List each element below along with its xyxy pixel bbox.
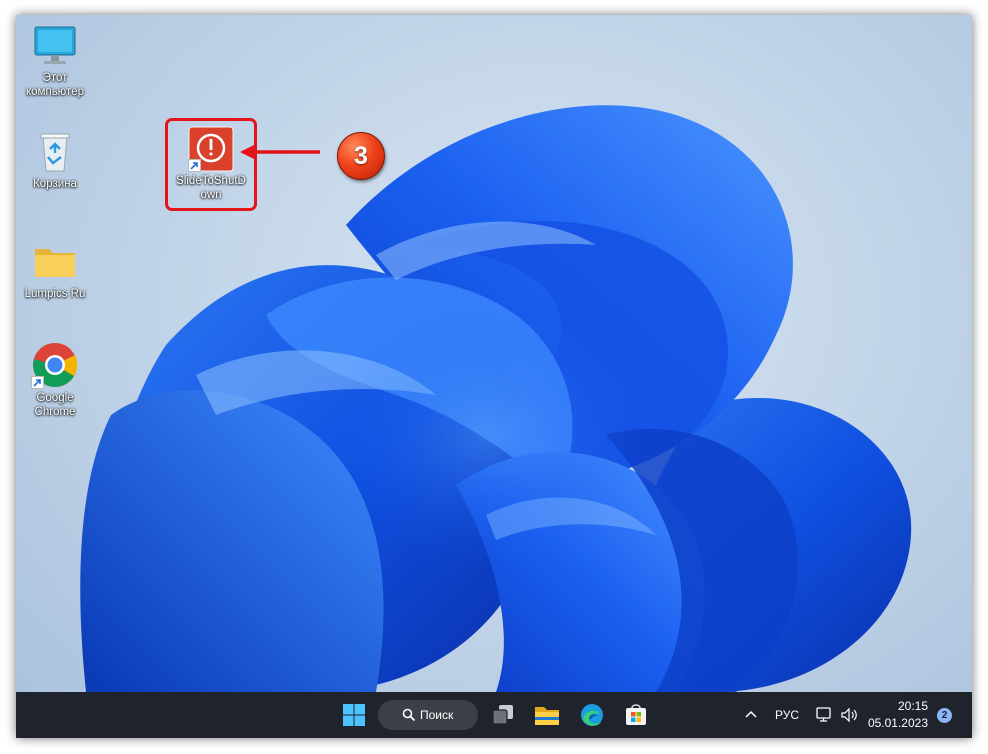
network-button[interactable] — [815, 705, 833, 725]
pointer-arrow — [240, 144, 320, 160]
desktop-icon-this-pc[interactable]: Этот компьютер — [16, 21, 94, 99]
notification-count-badge[interactable]: 2 — [937, 708, 952, 723]
search-icon — [402, 708, 416, 722]
show-hidden-icons-button[interactable] — [742, 706, 760, 724]
desktop-icon-label: компьютер — [26, 86, 84, 98]
taskbar-search-button[interactable]: Поиск — [378, 700, 478, 730]
start-button[interactable] — [338, 699, 370, 731]
step-badge: 3 — [337, 132, 385, 180]
desktop-icon-label: Корзина — [33, 178, 77, 190]
edge-button[interactable] — [576, 699, 608, 731]
task-view-button[interactable] — [487, 699, 519, 731]
desktop-icon-label: Lumpics Ru — [24, 288, 86, 300]
speaker-icon — [841, 707, 857, 723]
chrome-icon — [31, 341, 79, 389]
file-explorer-button[interactable] — [531, 699, 563, 731]
folder-icon — [31, 237, 79, 285]
highlight-frame — [165, 118, 257, 211]
desktop-screen: Этот компьютер Корзина Lumpics Ru Google… — [16, 15, 972, 738]
recycle-bin-icon — [31, 127, 79, 175]
wallpaper — [80, 105, 912, 692]
file-explorer-icon — [535, 707, 559, 725]
taskbar: Поиск РУС 20:15 05.01.2023 2 — [16, 692, 972, 738]
clock-time: 20:15 — [897, 699, 928, 713]
volume-button[interactable] — [839, 705, 859, 725]
chevron-up-icon — [745, 710, 757, 718]
desktop-icon-label: Chrome — [34, 406, 76, 418]
edge-icon — [581, 704, 603, 726]
windows-start-icon — [343, 704, 365, 726]
desktop-icon-label: Этот — [42, 72, 68, 84]
network-icon — [816, 707, 831, 722]
desktop-icon-label: Google — [36, 392, 74, 404]
clock-date: 05.01.2023 — [867, 716, 928, 730]
shortcut-arrow-icon — [31, 376, 44, 389]
desktop-icon-recycle-bin[interactable]: Корзина — [16, 127, 94, 191]
desktop-icon-lumpics-folder[interactable]: Lumpics Ru — [16, 237, 94, 301]
language-indicator[interactable]: РУС — [775, 708, 799, 722]
store-icon — [626, 704, 646, 725]
monitor-icon — [31, 21, 79, 69]
task-view-icon — [492, 705, 513, 725]
desktop-icon-google-chrome[interactable]: Google Chrome — [16, 341, 94, 419]
microsoft-store-button[interactable] — [620, 699, 652, 731]
search-label: Поиск — [420, 708, 454, 722]
